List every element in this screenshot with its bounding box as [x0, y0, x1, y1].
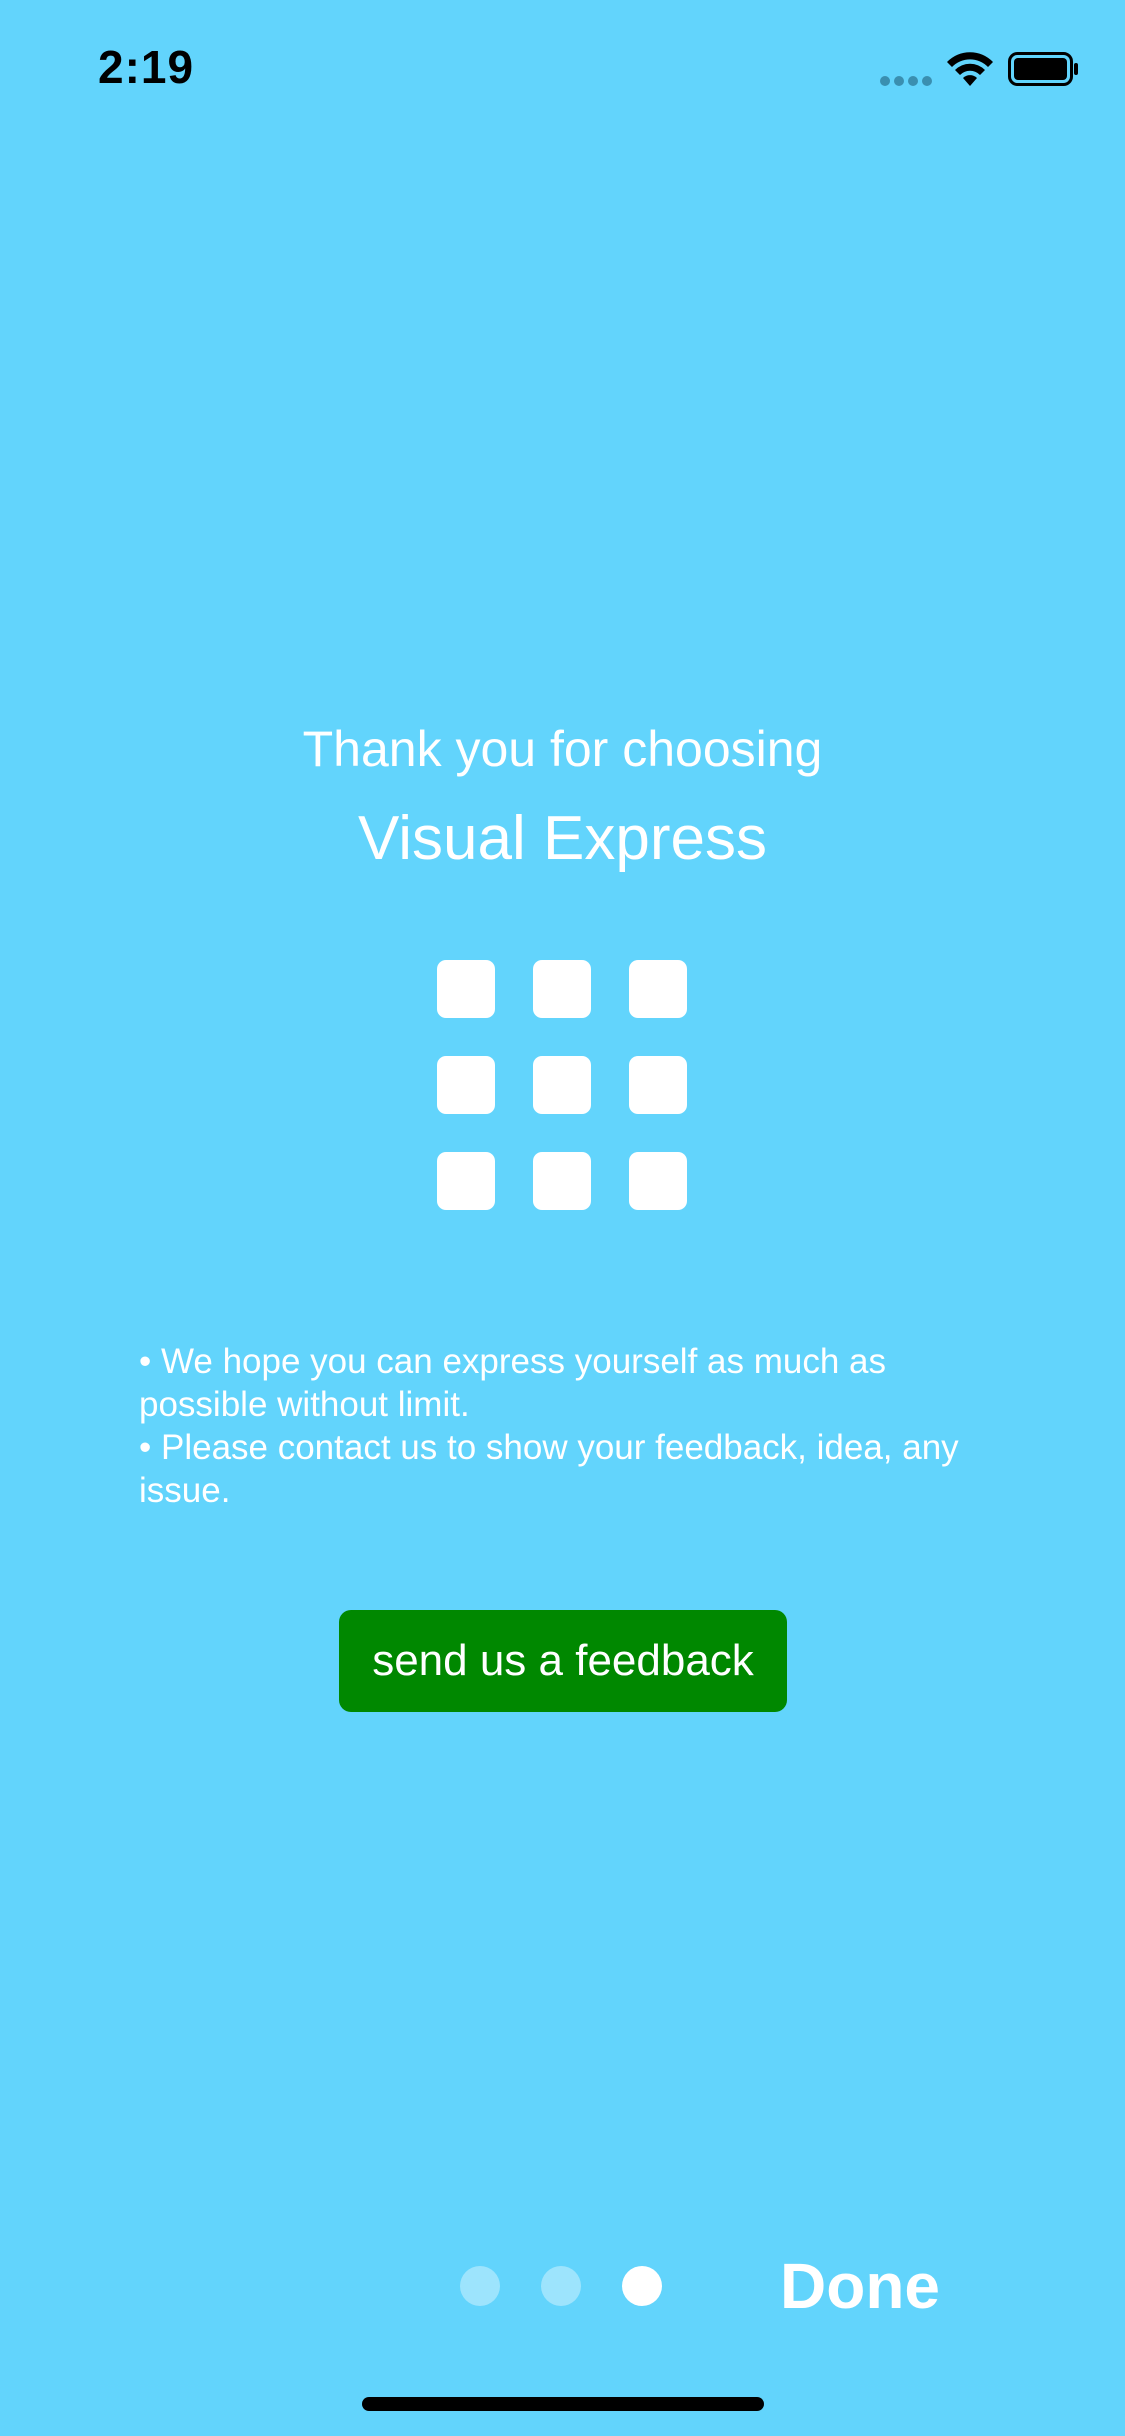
battery-icon	[1008, 52, 1078, 86]
signal-dots-icon	[880, 76, 934, 86]
page-dot-2[interactable]	[541, 2266, 581, 2306]
bullet-item: • We hope you can express yourself as mu…	[139, 1342, 886, 1424]
send-feedback-button[interactable]: send us a feedback	[339, 1610, 787, 1712]
bullet-item: • Please contact us to show your feedbac…	[139, 1428, 959, 1510]
page-dot-3[interactable]	[622, 2266, 662, 2306]
status-time: 2:19	[98, 41, 195, 93]
app-name: Visual Express	[358, 804, 767, 873]
page-indicator[interactable]	[460, 2266, 670, 2306]
home-indicator[interactable]	[362, 2397, 764, 2411]
status-bar: 2:19	[0, 0, 1125, 140]
wifi-icon	[947, 52, 993, 86]
done-button[interactable]: Done	[780, 2246, 960, 2326]
grid-3x3-icon	[437, 960, 687, 1210]
welcome-title: Thank you for choosing	[302, 721, 823, 777]
page-dot-1[interactable]	[460, 2266, 500, 2306]
description: • We hope you can express yourself as mu…	[139, 1340, 999, 1512]
